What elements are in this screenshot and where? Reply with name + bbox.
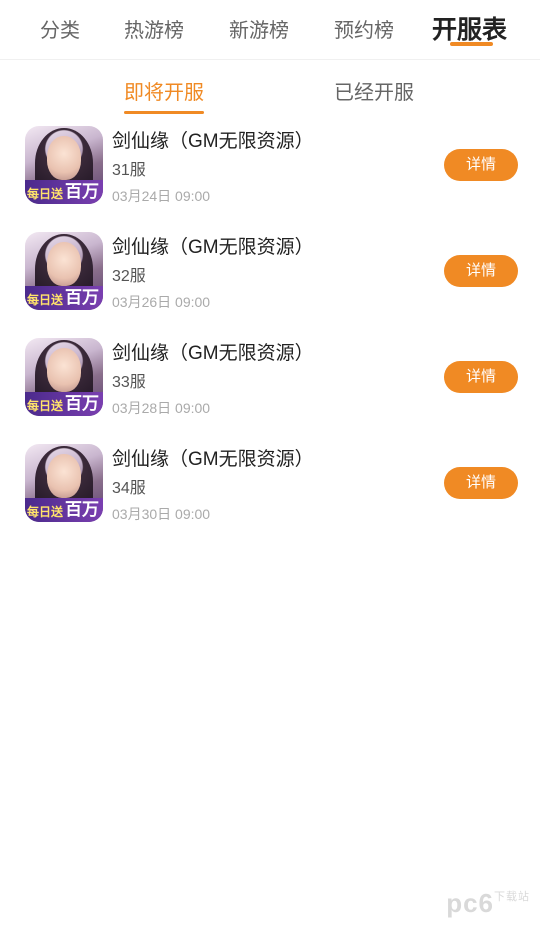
- server-number: 32服: [112, 268, 146, 285]
- game-icon[interactable]: 每日送 百万: [25, 232, 103, 310]
- server-number: 33服: [112, 374, 146, 391]
- watermark-sub: 下载站: [494, 891, 530, 903]
- game-icon[interactable]: 每日送 百万: [25, 444, 103, 522]
- watermark-main: pc6: [446, 888, 494, 918]
- list-item[interactable]: 每日送 百万 剑仙缘（GM无限资源） 34服 03月30日 09:00 详情: [0, 438, 540, 544]
- subtab-upcoming-label: 即将开服: [124, 82, 204, 104]
- icon-banner: 每日送 百万: [25, 498, 103, 522]
- game-title[interactable]: 剑仙缘（GM无限资源）: [112, 126, 314, 153]
- top-tab-bar: 分类 热游榜 新游榜 预约榜 开服表: [0, 0, 540, 60]
- icon-banner-text-2: 百万: [65, 182, 99, 201]
- subtab-opened[interactable]: 已经开服: [334, 76, 414, 105]
- game-title[interactable]: 剑仙缘（GM无限资源）: [112, 232, 314, 259]
- icon-banner: 每日送 百万: [25, 392, 103, 416]
- icon-banner-text-1: 每日送: [27, 505, 64, 519]
- open-time: 03月30日 09:00: [112, 506, 211, 522]
- game-icon[interactable]: 每日送 百万: [25, 126, 103, 204]
- tab-hot-ranking[interactable]: 热游榜: [124, 14, 184, 43]
- tab-server-schedule[interactable]: 开服表: [432, 10, 507, 46]
- character-face: [47, 348, 81, 392]
- open-time: 03月28日 09:00: [112, 400, 211, 416]
- subtab-upcoming[interactable]: 即将开服: [124, 76, 204, 114]
- server-number: 34服: [112, 480, 146, 497]
- icon-banner: 每日送 百万: [25, 286, 103, 310]
- details-button[interactable]: 详情: [444, 361, 518, 393]
- icon-banner-text-1: 每日送: [27, 187, 64, 201]
- details-button[interactable]: 详情: [444, 149, 518, 181]
- server-number: 31服: [112, 162, 146, 179]
- game-title[interactable]: 剑仙缘（GM无限资源）: [112, 444, 314, 471]
- list-item[interactable]: 每日送 百万 剑仙缘（GM无限资源） 31服 03月24日 09:00 详情: [0, 120, 540, 226]
- icon-banner-text-2: 百万: [65, 500, 99, 519]
- icon-banner-text-1: 每日送: [27, 399, 64, 413]
- tab-server-schedule-label: 开服表: [432, 16, 508, 44]
- details-button[interactable]: 详情: [444, 467, 518, 499]
- character-face: [47, 136, 81, 180]
- details-button[interactable]: 详情: [444, 255, 518, 287]
- character-face: [47, 454, 81, 498]
- game-title[interactable]: 剑仙缘（GM无限资源）: [112, 338, 314, 365]
- active-tab-indicator: [450, 42, 494, 46]
- icon-banner-text-2: 百万: [65, 288, 99, 307]
- site-watermark: pc6下载站: [446, 888, 530, 919]
- icon-banner-text-1: 每日送: [27, 293, 64, 307]
- open-time: 03月24日 09:00: [112, 188, 211, 204]
- icon-banner: 每日送 百万: [25, 180, 103, 204]
- icon-banner-text-2: 百万: [65, 394, 99, 413]
- character-face: [47, 242, 81, 286]
- open-time: 03月26日 09:00: [112, 294, 211, 310]
- tab-category[interactable]: 分类: [40, 14, 80, 43]
- list-item[interactable]: 每日送 百万 剑仙缘（GM无限资源） 33服 03月28日 09:00 详情: [0, 332, 540, 438]
- tab-new-ranking[interactable]: 新游榜: [229, 14, 289, 43]
- game-icon[interactable]: 每日送 百万: [25, 338, 103, 416]
- active-subtab-underline: [124, 111, 204, 114]
- sub-tab-bar: 即将开服 已经开服: [0, 62, 540, 114]
- tab-reservation-ranking[interactable]: 预约榜: [334, 14, 394, 43]
- list-item[interactable]: 每日送 百万 剑仙缘（GM无限资源） 32服 03月26日 09:00 详情: [0, 226, 540, 332]
